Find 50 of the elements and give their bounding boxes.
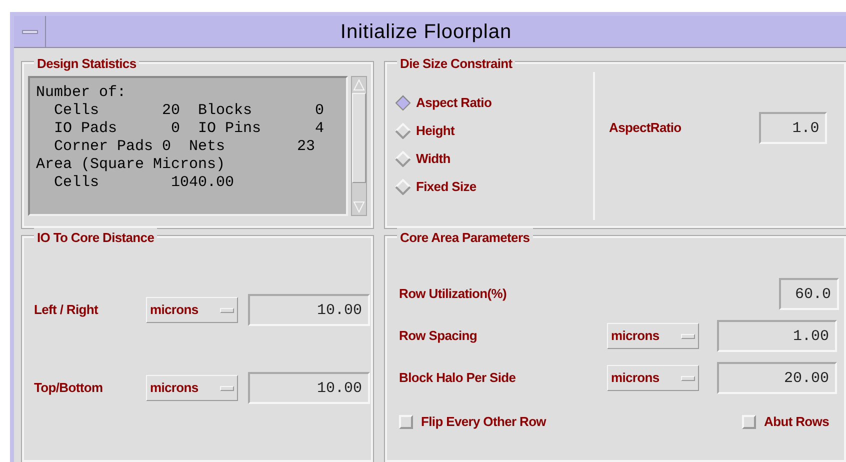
radio-label: Aspect Ratio (416, 94, 492, 112)
statistics-line: Area (Square Microns) (36, 156, 226, 174)
radio-option[interactable]: Aspect Ratio (395, 94, 593, 112)
radio-option[interactable]: Fixed Size (395, 178, 593, 196)
field-label: Top/Bottom (34, 379, 104, 398)
radio-label: Height (416, 122, 454, 140)
statistics-line: IO Pads 0 IO Pins 4 (53, 120, 326, 138)
checkbox-option[interactable]: Abut Rows (742, 412, 829, 432)
input-field[interactable]: 1.00 (717, 320, 837, 352)
scrollbar-thumb[interactable] (352, 93, 366, 183)
input-field[interactable]: 10.00 (248, 294, 370, 326)
statistics-line: Number of: (36, 84, 128, 102)
radio-diamond-icon (395, 95, 411, 111)
statistics-line: Cells 20 Blocks 0 (53, 102, 326, 120)
radio-option[interactable]: Width (395, 150, 593, 168)
dropdown-indicator-icon (681, 334, 695, 338)
field-label: AspectRatio (609, 119, 682, 138)
unit-dropdown[interactable]: microns (607, 323, 699, 349)
field-label: Block Halo Per Side (399, 369, 517, 388)
unit-dropdown[interactable]: microns (146, 297, 238, 323)
field-label: Left / Right (34, 301, 100, 320)
checkbox-option[interactable]: Flip Every Other Row (399, 412, 546, 432)
checkbox[interactable] (742, 414, 756, 429)
unit-dropdown[interactable]: microns (607, 365, 699, 391)
field-label: Row Spacing (399, 327, 478, 346)
input-field[interactable]: 10.00 (248, 372, 370, 404)
dropdown-indicator-icon (681, 376, 695, 380)
dropdown-indicator-icon (220, 308, 234, 312)
radio-label: Fixed Size (416, 178, 476, 196)
unit-dropdown[interactable]: microns (146, 375, 238, 401)
input-field[interactable]: 60.0 (779, 278, 839, 310)
radio-diamond-icon (395, 151, 411, 167)
dropdown-indicator-icon (220, 386, 234, 390)
input-field[interactable]: 20.00 (717, 362, 837, 394)
scroll-down-arrow[interactable] (353, 201, 365, 213)
radio-diamond-icon (395, 179, 411, 195)
radio-option[interactable]: Height (395, 122, 593, 140)
field-label: Row Utilization(%) (399, 285, 508, 304)
scroll-up-arrow[interactable] (353, 79, 365, 91)
statistics-line: Corner Pads 0 Nets 23 (53, 138, 316, 156)
scrollbar[interactable] (351, 76, 367, 216)
minus-icon (22, 30, 38, 34)
window-title: Initialize Floorplan (339, 20, 513, 44)
radio-diamond-icon (395, 123, 411, 139)
checkbox-label: Abut Rows (764, 413, 829, 431)
statistics-line: Cells 1040.00 (53, 174, 236, 192)
input-field[interactable]: 1.0 (759, 112, 828, 144)
radio-label: Width (416, 150, 450, 168)
checkbox[interactable] (399, 414, 413, 429)
checkbox-label: Flip Every Other Row (421, 413, 546, 431)
